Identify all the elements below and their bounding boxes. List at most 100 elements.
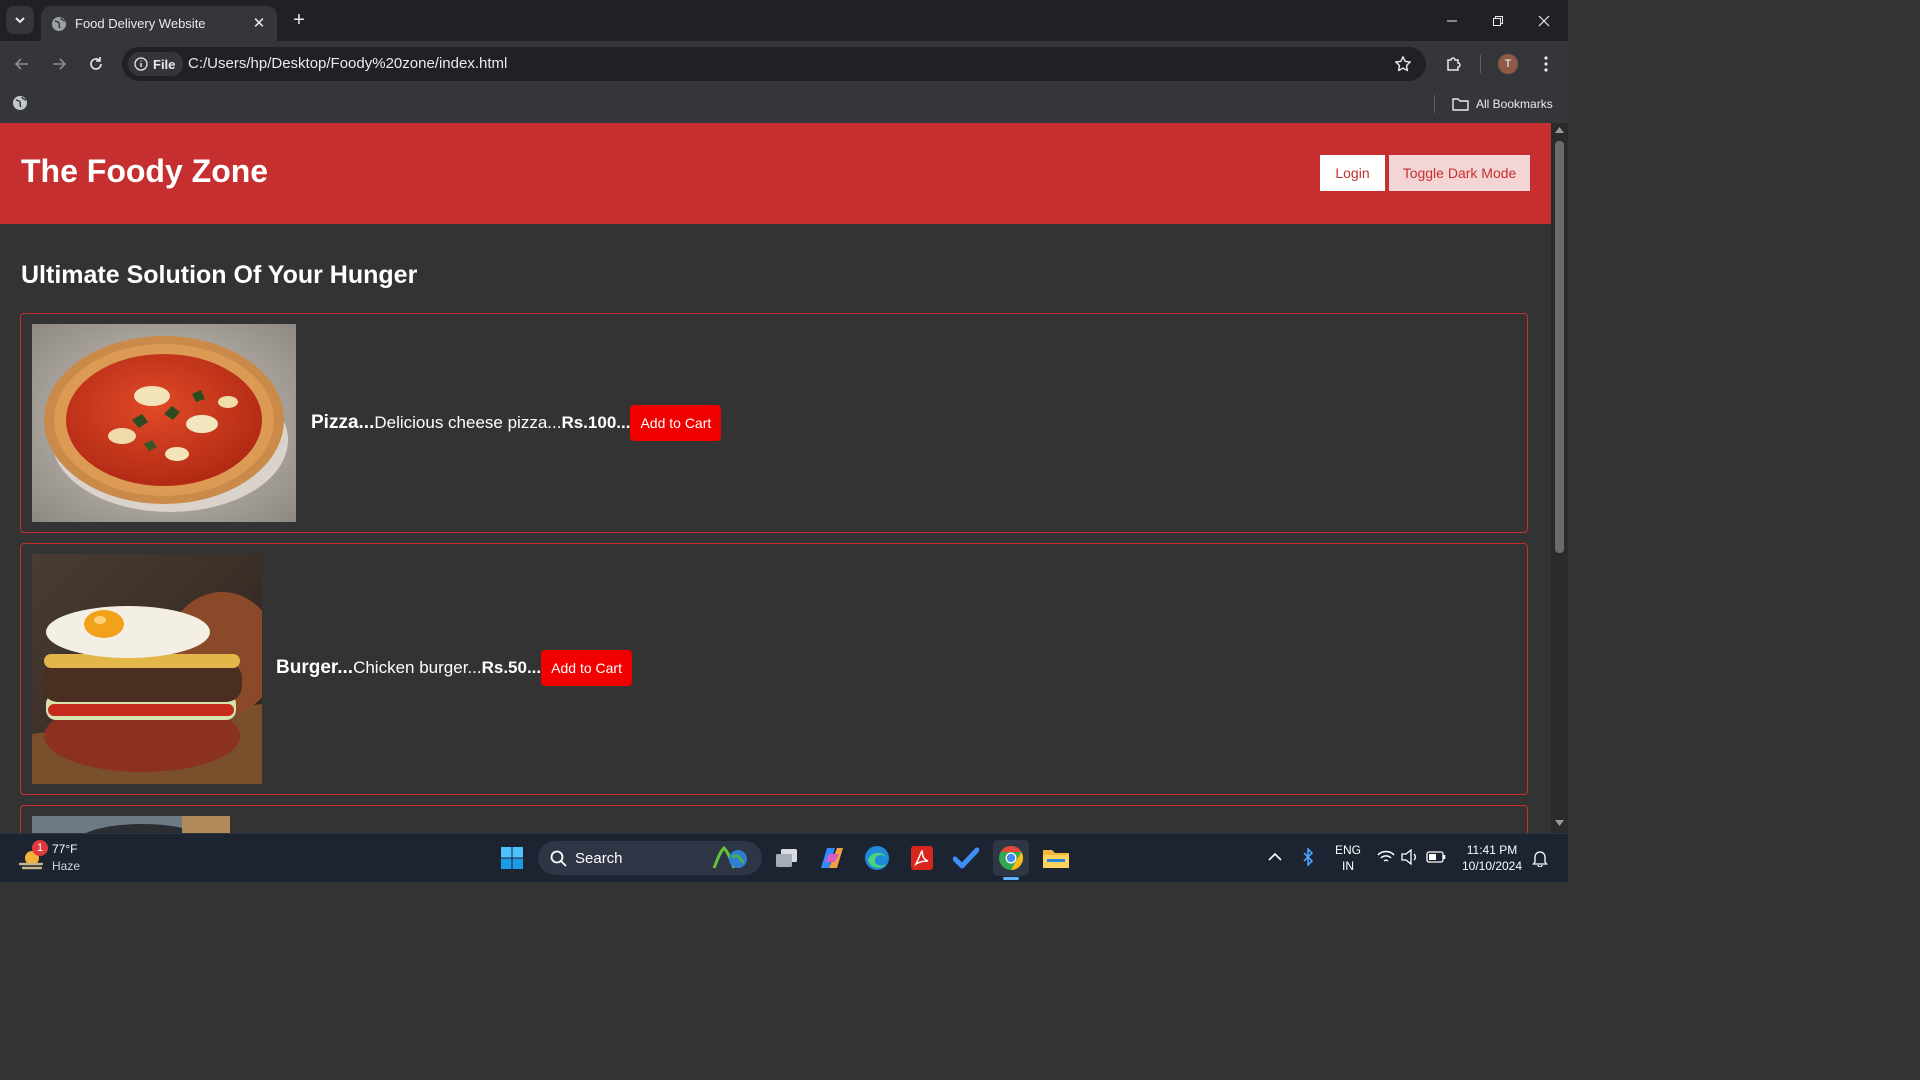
item-name: Pizza...	[311, 412, 375, 433]
more-vert-icon	[1544, 56, 1548, 72]
language-code: ENG	[1334, 843, 1361, 857]
weather-widget[interactable]: 1 77°F Haze	[18, 840, 108, 876]
edge-icon	[865, 846, 889, 870]
all-bookmarks-button[interactable]: All Bookmarks	[1452, 94, 1553, 114]
file-explorer-button[interactable]	[1038, 840, 1074, 876]
globe-icon[interactable]	[12, 95, 28, 111]
item-description: Delicious cheese pizza...	[374, 413, 562, 432]
site-info-chip[interactable]: File	[128, 52, 184, 76]
copilot-button[interactable]	[814, 840, 850, 876]
food-card-partial	[20, 805, 1528, 833]
back-button[interactable]	[8, 50, 36, 78]
item-description: Chicken burger...	[353, 658, 482, 677]
checkmark-icon	[953, 847, 979, 869]
acrobat-button[interactable]	[904, 840, 940, 876]
all-bookmarks-label: All Bookmarks	[1476, 97, 1553, 111]
add-to-cart-button[interactable]: Add to Cart	[630, 405, 722, 441]
address-bar[interactable]: File C:/Users/hp/Desktop/Foody%20zone/in…	[122, 47, 1426, 81]
add-to-cart-button[interactable]: Add to Cart	[541, 650, 632, 686]
page-viewport: The Foody Zone Login Toggle Dark Mode Ul…	[0, 123, 1551, 833]
forward-button[interactable]	[45, 50, 73, 78]
menu-button[interactable]	[1532, 50, 1560, 78]
pdf-icon	[911, 846, 933, 870]
restore-icon	[1493, 15, 1503, 26]
url-text[interactable]: C:/Users/hp/Desktop/Foody%20zone/index.h…	[188, 47, 507, 81]
bluetooth-icon[interactable]	[1302, 848, 1314, 866]
section-title: Ultimate Solution Of Your Hunger	[21, 261, 418, 289]
minimize-button[interactable]	[1429, 0, 1475, 41]
start-button[interactable]	[494, 840, 530, 876]
todo-button[interactable]	[948, 840, 984, 876]
page-scrollbar[interactable]	[1551, 123, 1568, 833]
search-icon	[550, 850, 567, 867]
minimize-icon	[1447, 20, 1457, 21]
scheme-label: File	[153, 56, 176, 72]
food-card-burger: Burger... Chicken burger... Rs.50... Add…	[20, 543, 1528, 795]
chrome-button[interactable]	[993, 840, 1029, 880]
windows-icon	[501, 847, 523, 869]
item-name: Burger...	[276, 657, 354, 678]
language-indicator[interactable]: ENG IN	[1332, 842, 1364, 874]
new-tab-button[interactable]: +	[288, 8, 310, 32]
chevron-up-icon[interactable]	[1268, 852, 1282, 862]
region-code: IN	[1342, 859, 1354, 873]
site-title: The Foody Zone	[21, 153, 269, 189]
battery-icon[interactable]	[1426, 851, 1446, 863]
globe-ribbon-icon	[712, 846, 747, 869]
task-view-icon	[776, 849, 797, 867]
burger-details: Burger... Chicken burger... Rs.50... Add…	[276, 650, 632, 686]
avatar: T	[1498, 54, 1518, 74]
food-card-pizza: Pizza... Delicious cheese pizza... Rs.10…	[20, 313, 1528, 533]
arrow-left-icon	[14, 58, 28, 70]
bookmarks-divider	[1434, 95, 1435, 113]
active-app-indicator	[1003, 877, 1019, 880]
pizza-details: Pizza... Delicious cheese pizza... Rs.10…	[311, 405, 722, 441]
wifi-icon[interactable]	[1377, 850, 1395, 864]
extensions-button[interactable]	[1440, 50, 1468, 78]
tab-title: Food Delivery Website	[75, 16, 206, 31]
tab-bar: Food Delivery Website ✕ +	[0, 0, 1568, 41]
tab-search-button[interactable]	[6, 6, 34, 34]
scroll-up-icon[interactable]	[1555, 127, 1564, 133]
profile-button[interactable]: T	[1494, 50, 1522, 78]
tab-active[interactable]: Food Delivery Website ✕	[41, 6, 277, 41]
volume-icon[interactable]	[1401, 849, 1419, 865]
toolbar-divider	[1480, 55, 1481, 73]
clock[interactable]: 11:41 PM 10/10/2024	[1456, 842, 1528, 874]
reload-icon	[90, 57, 102, 70]
weather-desc: Haze	[52, 859, 81, 873]
chevron-down-icon	[15, 17, 25, 24]
info-icon	[134, 57, 148, 71]
search-label: Search	[575, 849, 623, 867]
arrow-right-icon	[53, 58, 67, 70]
scroll-thumb[interactable]	[1555, 141, 1564, 553]
burger-image	[32, 554, 262, 784]
site-header: The Foody Zone Login Toggle Dark Mode	[0, 123, 1551, 224]
restore-button[interactable]	[1475, 0, 1521, 41]
edge-button[interactable]	[859, 840, 895, 876]
item-price: Rs.50...	[481, 658, 542, 677]
bookmark-star-icon[interactable]	[1394, 55, 1412, 73]
close-window-button[interactable]	[1521, 0, 1567, 41]
login-button[interactable]: Login	[1320, 155, 1385, 191]
copilot-icon	[821, 848, 843, 868]
toggle-dark-mode-button[interactable]: Toggle Dark Mode	[1389, 155, 1530, 191]
clock-date: 10/10/2024	[1461, 859, 1523, 873]
task-view-button[interactable]	[769, 840, 805, 876]
weather-temp: 77°F	[52, 842, 78, 856]
taskbar: 1 77°F Haze Search ENG IN 11:41 PM 10/10…	[0, 833, 1568, 882]
puzzle-icon	[1447, 57, 1461, 71]
clock-time: 11:41 PM	[1466, 843, 1518, 857]
scroll-down-icon[interactable]	[1555, 820, 1564, 826]
browser-toolbar: File C:/Users/hp/Desktop/Foody%20zone/in…	[0, 41, 1568, 87]
chrome-icon	[999, 846, 1024, 870]
notification-bell-icon[interactable]	[1532, 849, 1548, 867]
item-price: Rs.100...	[561, 413, 631, 432]
pizza-image	[32, 324, 296, 522]
taskbar-search[interactable]: Search	[538, 841, 762, 875]
food-image	[32, 816, 230, 833]
close-tab-icon[interactable]: ✕	[251, 15, 267, 32]
notification-badge: 1	[32, 840, 48, 856]
globe-icon	[52, 16, 66, 31]
reload-button[interactable]	[82, 50, 110, 78]
